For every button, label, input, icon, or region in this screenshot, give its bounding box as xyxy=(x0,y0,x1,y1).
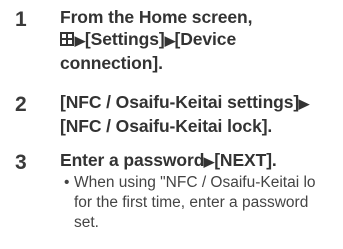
note-line: set. xyxy=(74,214,99,231)
arrow-icon: ▶ xyxy=(298,96,310,111)
step-line: [NFC / Osaifu-Keitai settings]▶ xyxy=(60,91,340,115)
menu-path-device: [Device xyxy=(174,29,237,49)
step-text: From the Home screen, ▶[Settings]▶[Devic… xyxy=(60,6,340,74)
step-number: 2 xyxy=(15,93,27,116)
step-line: [NFC / Osaifu-Keitai lock]. xyxy=(60,116,273,136)
menu-path-nfc-settings: [NFC / Osaifu-Keitai settings] xyxy=(60,92,300,112)
step-line: connection]. xyxy=(60,53,163,73)
step-text: [NFC / Osaifu-Keitai settings]▶ [NFC / O… xyxy=(60,91,340,137)
arrow-icon: ▶ xyxy=(204,154,215,169)
step-note: • When using "NFC / Osaifu-Keitai lo for … xyxy=(64,173,343,233)
next-label: [NEXT]. xyxy=(214,150,277,170)
app-grid-icon xyxy=(60,32,74,46)
step-line: ▶[Settings]▶[Device xyxy=(60,28,340,52)
step-line: From the Home screen, xyxy=(60,7,253,27)
step-action: Enter a password xyxy=(60,150,205,170)
arrow-icon: ▶ xyxy=(74,33,86,48)
step-number: 3 xyxy=(15,151,27,174)
note-text: When using "NFC / Osaifu-Keitai lo xyxy=(74,174,316,191)
step-text: Enter a password▶[NEXT]. xyxy=(60,149,340,173)
menu-path-settings: [Settings] xyxy=(84,29,165,49)
note-line: • When using "NFC / Osaifu-Keitai lo xyxy=(64,173,343,193)
arrow-icon: ▶ xyxy=(164,33,175,48)
step-number: 1 xyxy=(15,8,27,31)
note-line: for the first time, enter a password xyxy=(74,194,309,211)
bullet-icon: • xyxy=(64,174,70,191)
step-line: Enter a password▶[NEXT]. xyxy=(60,149,340,173)
